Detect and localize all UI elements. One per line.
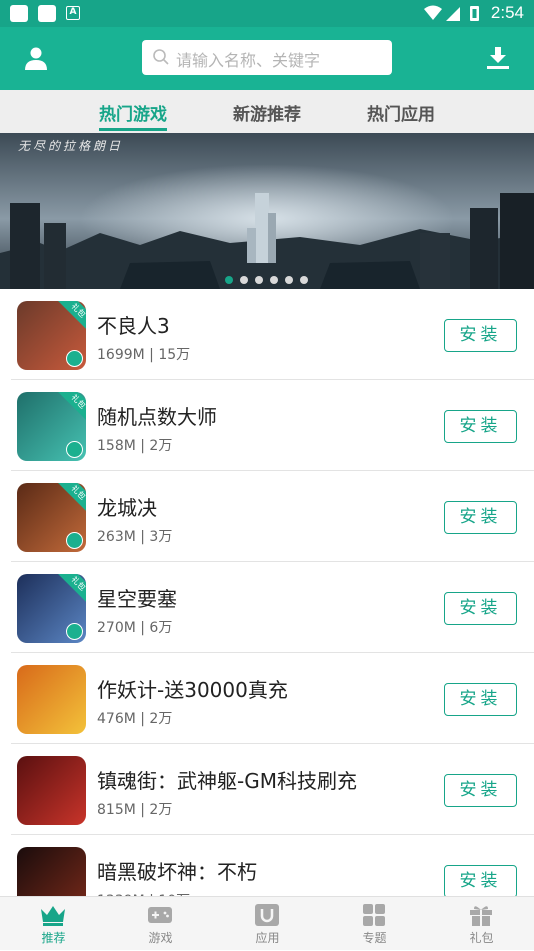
pagination-dot[interactable] — [270, 276, 278, 284]
tab-new-games[interactable]: 新游推荐 — [233, 100, 301, 125]
install-button[interactable]: 安装 — [444, 774, 517, 807]
gift-pack-badge: 礼包 — [57, 483, 86, 514]
install-button[interactable]: 安装 — [444, 319, 517, 352]
gamepad-icon — [148, 907, 172, 923]
status-bar: A 2:54 — [0, 0, 534, 27]
nav-games[interactable]: 游戏 — [107, 897, 214, 951]
active-tab-indicator — [99, 128, 167, 131]
app-name: 星空要塞 — [97, 587, 177, 611]
magnet-icon — [255, 904, 279, 926]
crown-icon — [41, 906, 65, 926]
nav-label: 礼包 — [469, 931, 494, 945]
user-icon[interactable] — [24, 46, 48, 70]
notification-a-icon: A — [66, 6, 80, 20]
gift-badge-icon — [66, 441, 83, 458]
app-icon[interactable]: 礼包 — [17, 392, 86, 461]
app-icon[interactable]: 礼包 — [17, 574, 86, 643]
app-name: 随机点数大师 — [97, 405, 217, 429]
app-icon[interactable]: 礼包 — [17, 483, 86, 552]
nav-apps[interactable]: 应用 — [214, 897, 321, 951]
grid-icon — [363, 904, 385, 926]
install-button[interactable]: 安装 — [444, 592, 517, 625]
pagination-dot[interactable] — [240, 276, 248, 284]
list-item[interactable]: 礼包 随机点数大师 158M | 2万 安装 — [0, 380, 534, 471]
app-meta: 158M | 2万 — [97, 438, 173, 454]
app-meta: 270M | 6万 — [97, 620, 173, 636]
app-name: 不良人3 — [97, 314, 170, 338]
bottom-nav: 推荐 游戏 应用 专题 礼包 — [0, 896, 534, 950]
app-header: 请输入名称、关键字 — [0, 27, 534, 90]
download-icon[interactable] — [487, 46, 509, 70]
nav-recommend[interactable]: 推荐 — [0, 897, 107, 951]
notification-icon — [38, 5, 56, 22]
nav-label: 推荐 — [41, 931, 66, 945]
system-status-icons — [424, 5, 479, 21]
tab-hot-apps[interactable]: 热门应用 — [367, 100, 435, 125]
nav-label: 游戏 — [148, 931, 173, 945]
nav-label: 专题 — [362, 931, 387, 945]
app-icon[interactable] — [17, 756, 86, 825]
install-button[interactable]: 安装 — [444, 865, 517, 898]
app-name: 暗黑破坏神：不朽 — [97, 860, 257, 884]
banner-title: 无尽的拉格朗日 — [18, 139, 124, 153]
clock: 2:54 — [490, 3, 524, 22]
pagination-dot[interactable] — [300, 276, 308, 284]
search-placeholder: 请输入名称、关键字 — [176, 51, 321, 70]
app-icon[interactable]: 礼包 — [17, 301, 86, 370]
search-icon — [153, 49, 169, 65]
install-button[interactable]: 安装 — [444, 410, 517, 443]
gift-badge-icon — [66, 623, 83, 640]
install-button[interactable]: 安装 — [444, 501, 517, 534]
app-meta: 1699M | 15万 — [97, 347, 191, 363]
app-meta: 476M | 2万 — [97, 711, 173, 727]
pagination-dot[interactable] — [225, 276, 233, 284]
gift-icon — [470, 906, 492, 926]
search-input[interactable]: 请输入名称、关键字 — [142, 40, 392, 75]
list-item[interactable]: 礼包 不良人3 1699M | 15万 安装 — [0, 289, 534, 380]
promo-banner[interactable]: 无尽的拉格朗日 — [0, 133, 534, 289]
gift-badge-icon — [66, 350, 83, 367]
nav-label: 应用 — [255, 931, 280, 945]
list-item[interactable]: 作妖计-送30000真充 476M | 2万 安装 — [0, 653, 534, 744]
app-name: 镇魂街：武神躯-GM科技刷充 — [97, 769, 357, 793]
nav-gifts[interactable]: 礼包 — [428, 897, 534, 951]
nav-topics[interactable]: 专题 — [321, 897, 428, 951]
gift-badge-icon — [66, 532, 83, 549]
install-button[interactable]: 安装 — [444, 683, 517, 716]
category-tabs: 热门游戏 新游推荐 热门应用 — [0, 90, 534, 133]
list-item[interactable]: 礼包 星空要塞 270M | 6万 安装 — [0, 562, 534, 653]
gift-pack-badge: 礼包 — [57, 574, 86, 605]
app-meta: 263M | 3万 — [97, 529, 173, 545]
gift-pack-badge: 礼包 — [57, 392, 86, 423]
app-icon[interactable] — [17, 665, 86, 734]
pagination-dot[interactable] — [255, 276, 263, 284]
gift-pack-badge: 礼包 — [57, 301, 86, 332]
list-item[interactable]: 镇魂街：武神躯-GM科技刷充 815M | 2万 安装 — [0, 744, 534, 835]
tab-hot-games[interactable]: 热门游戏 — [99, 100, 167, 125]
app-meta: 815M | 2万 — [97, 802, 173, 818]
app-name: 作妖计-送30000真充 — [97, 678, 288, 702]
app-name: 龙城决 — [97, 496, 157, 520]
list-item[interactable]: 礼包 龙城决 263M | 3万 安装 — [0, 471, 534, 562]
banner-artwork — [0, 133, 534, 289]
notification-icon — [10, 5, 28, 22]
pagination-dot[interactable] — [285, 276, 293, 284]
